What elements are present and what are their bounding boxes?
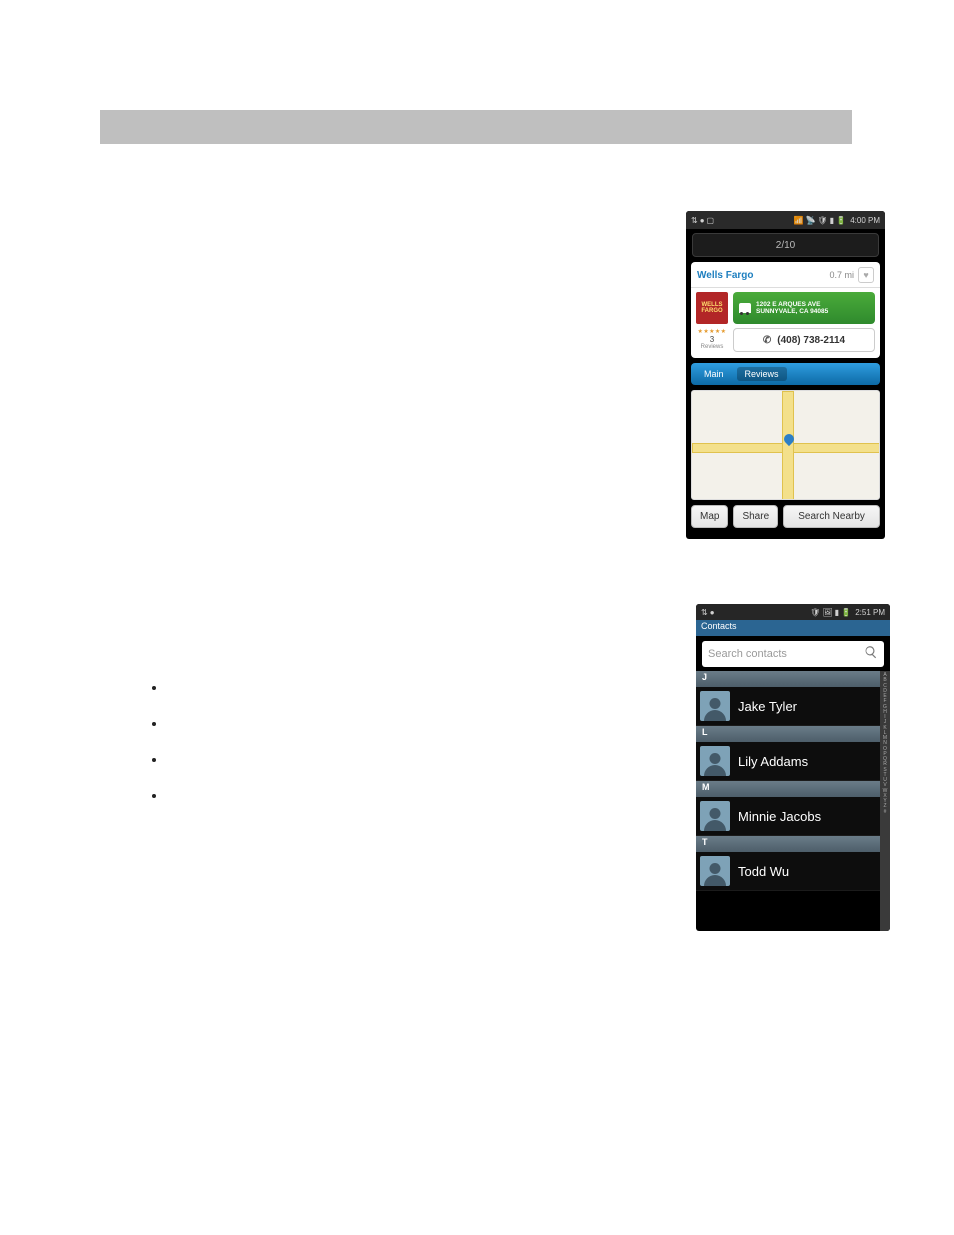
section-band	[100, 110, 852, 144]
contacts-list[interactable]: J Jake Tyler L Lily Addams M Minnie Jaco…	[696, 671, 880, 931]
navigate-button[interactable]: 1202 E ARQUES AVESUNNYVALE, CA 94085	[733, 292, 875, 324]
avatar-icon	[700, 801, 730, 831]
map-view[interactable]	[691, 390, 880, 500]
search-nearby-button[interactable]: Search Nearby	[783, 505, 880, 528]
status-bar: ⇅● 🛡🖼▮🔋 2:51 PM	[696, 604, 890, 620]
reviews-block[interactable]: ★★★★★ 3 Reviews	[696, 328, 728, 352]
contact-row[interactable]: Jake Tyler	[696, 687, 880, 726]
list-item	[166, 786, 644, 804]
map-button[interactable]: Map	[691, 505, 728, 528]
list-item	[166, 750, 644, 768]
reviews-label: Reviews	[696, 344, 728, 350]
avatar-icon	[700, 691, 730, 721]
distance: 0.7 mi	[829, 270, 854, 280]
section-header: T	[696, 836, 880, 852]
contact-name: Lily Addams	[738, 754, 808, 769]
avatar-icon	[700, 856, 730, 886]
status-bar: ⇅●▢ 📶📡🛡▮🔋 4:00 PM	[686, 211, 885, 229]
alpha-index[interactable]: ABCDEFGHIJKLMNOPQRSTUVWXYZ#	[880, 671, 890, 931]
status-left: ⇅●▢	[690, 216, 715, 225]
business-name[interactable]: Wells Fargo	[697, 270, 829, 281]
list-item	[166, 678, 644, 696]
status-right: 🛡🖼▮🔋 2:51 PM	[809, 608, 886, 617]
section-header: M	[696, 781, 880, 797]
bullet-list	[144, 678, 644, 804]
where-details-screenshot: ⇅●▢ 📶📡🛡▮🔋 4:00 PM 2/10 Wells Fargo 0.7 m…	[686, 211, 885, 539]
status-left: ⇅●	[700, 608, 716, 617]
search-input[interactable]: Search contacts	[702, 641, 884, 667]
favorite-icon[interactable]: ♥	[858, 267, 874, 283]
brand-logo: WELLS FARGO	[696, 292, 728, 324]
app-title: Contacts	[696, 620, 890, 636]
clock: 4:00 PM	[850, 216, 880, 225]
list-item	[166, 714, 644, 732]
contact-row[interactable]: Todd Wu	[696, 852, 880, 891]
pager[interactable]: 2/10	[692, 233, 879, 257]
share-button[interactable]: Share	[733, 505, 778, 528]
tab-main[interactable]: Main	[696, 367, 732, 381]
status-right: 📶📡🛡▮🔋 4:00 PM	[793, 216, 882, 225]
car-icon	[739, 303, 751, 313]
contact-row[interactable]: Minnie Jacobs	[696, 797, 880, 836]
stars-icon: ★★★★★	[696, 328, 728, 335]
phone-button[interactable]: (408) 738-2114	[733, 328, 875, 352]
contact-name: Todd Wu	[738, 864, 789, 879]
avatar-icon	[700, 746, 730, 776]
section-header: J	[696, 671, 880, 687]
address-text: 1202 E ARQUES AVESUNNYVALE, CA 94085	[756, 301, 828, 315]
contact-row[interactable]: Lily Addams	[696, 742, 880, 781]
clock: 2:51 PM	[855, 608, 885, 617]
tab-reviews[interactable]: Reviews	[737, 367, 787, 381]
search-placeholder: Search contacts	[708, 648, 864, 660]
review-count: 3	[696, 335, 728, 344]
contact-name: Jake Tyler	[738, 699, 797, 714]
section-header: L	[696, 726, 880, 742]
tab-bar: Main Reviews	[691, 363, 880, 385]
contact-name: Minnie Jacobs	[738, 809, 821, 824]
search-icon	[864, 645, 878, 664]
contacts-screenshot: ⇅● 🛡🖼▮🔋 2:51 PM Contacts Search contacts…	[696, 604, 890, 931]
body-text	[144, 672, 644, 822]
